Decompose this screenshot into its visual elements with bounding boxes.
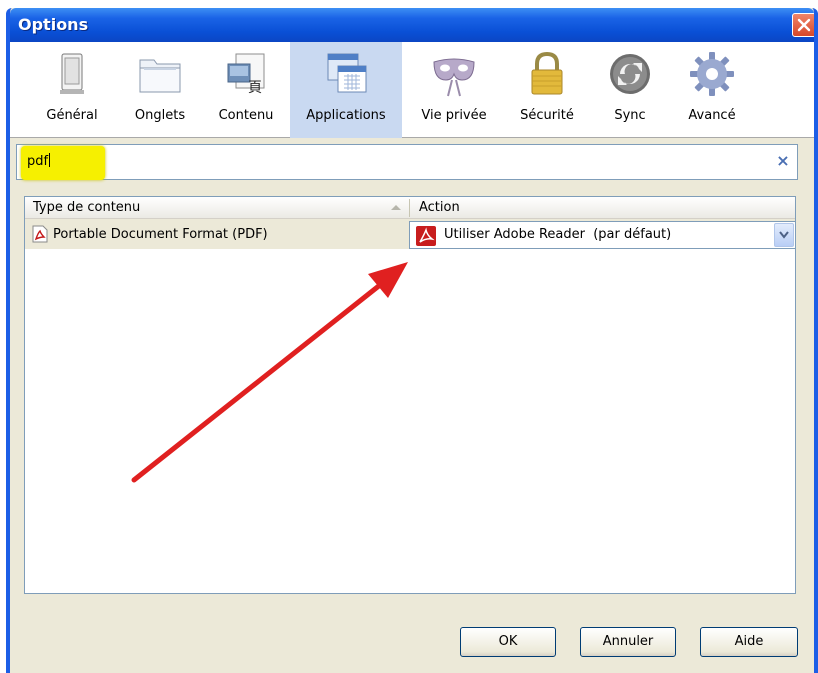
privacy-mask-icon [433,58,475,97]
action-dropdown[interactable]: Utiliser Adobe Reader (par défaut) [409,221,796,249]
pane-label: Vie privée [421,108,487,123]
help-button[interactable]: Aide [700,627,798,657]
padlock-icon [531,51,563,95]
search-field[interactable]: pdf × [16,144,798,180]
text-caret [49,153,51,167]
general-icon [60,53,84,94]
search-value: pdf [27,154,49,169]
svg-text:頁: 頁 [248,80,262,96]
ok-button[interactable]: OK [460,627,556,657]
pane-applications[interactable]: Applications [290,42,402,138]
sort-ascending-icon [391,205,401,210]
pane-label: Contenu [218,108,274,123]
pdf-document-icon [32,225,48,243]
action-label: Utiliser Adobe Reader (par défaut) [444,227,672,242]
adobe-reader-icon [416,226,436,246]
pane-advanced[interactable]: Avancé [672,48,752,134]
gear-icon [690,52,734,96]
table-header: Type de contenu Action [25,197,795,219]
close-button[interactable] [792,13,814,37]
pane-label: Général [46,108,98,123]
cancel-button[interactable]: Annuler [580,627,676,657]
pane-general[interactable]: Général [30,48,114,134]
search-input[interactable]: pdf [27,153,51,169]
pane-label: Sécurité [520,108,574,123]
pane-tabs[interactable]: Onglets [120,48,200,134]
preferences-toolbar: Général Onglets 頁 Contenu Applications V… [10,42,814,138]
column-divider[interactable] [409,199,410,217]
content-type-cell: Portable Document Format (PDF) [31,225,268,243]
column-header-type[interactable]: Type de contenu [25,197,409,219]
close-icon [797,18,811,32]
pane-content[interactable]: 頁 Contenu [206,48,286,134]
sync-icon [610,54,650,94]
content-types-table: Type de contenu Action Portable Document… [24,196,796,594]
clear-search-button[interactable]: × [773,151,793,171]
clear-icon: × [776,151,790,170]
applications-icon [327,53,367,93]
dropdown-button[interactable] [774,223,794,247]
chevron-down-icon [779,231,789,239]
content-type-label: Portable Document Format (PDF) [53,226,268,242]
tabs-icon [139,59,181,93]
pane-label: Onglets [134,108,186,123]
window-title: Options [18,15,89,34]
title-bar[interactable]: Options [10,8,814,42]
pane-label: Sync [614,108,646,123]
pane-label: Applications [306,108,386,123]
table-row[interactable]: Portable Document Format (PDF) Utiliser … [25,219,796,249]
content-icon: 頁 [227,53,265,96]
pane-sync[interactable]: Sync [594,48,666,134]
pane-security[interactable]: Sécurité [506,48,588,134]
pane-privacy[interactable]: Vie privée [408,48,500,134]
pane-label: Avancé [688,108,736,123]
column-header-action[interactable]: Action [411,197,791,219]
